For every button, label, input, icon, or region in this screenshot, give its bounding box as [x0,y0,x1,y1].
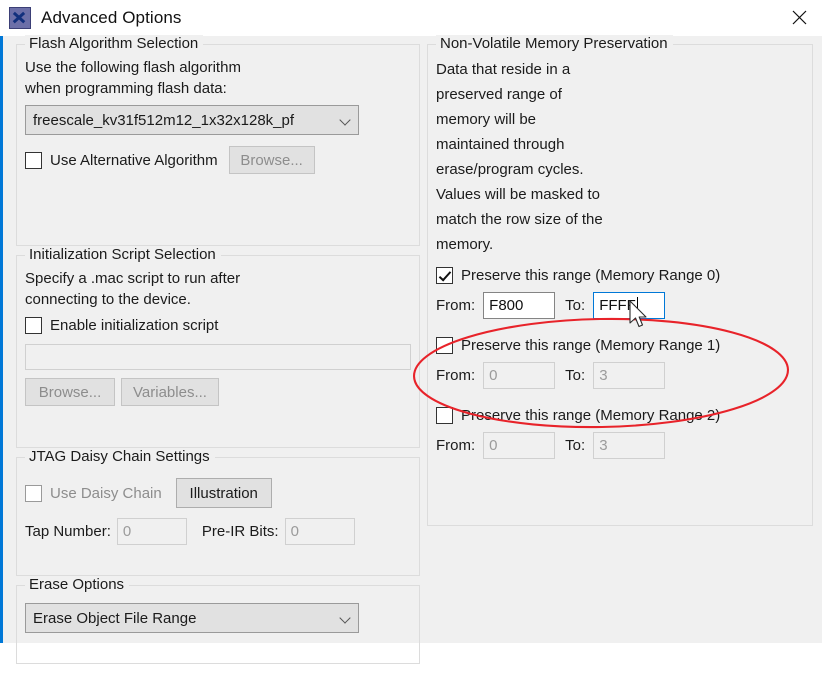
enable-initialization-script-checkbox[interactable] [25,317,42,334]
memory-range-0-from-label: From: [436,297,476,314]
memory-range-1-label: Preserve this range (Memory Range 1) [461,337,721,354]
window-title: Advanced Options [41,8,182,27]
memory-range-1-from-label: From: [436,367,476,384]
memory-range-1-to-label: To: [565,367,586,384]
use-alternative-algorithm-checkbox[interactable] [25,151,42,169]
memory-range-0-preserve-checkbox[interactable] [436,267,453,284]
init-script-description-line-1: Specify a .mac script to run after [25,270,241,287]
init-script-description: Specify a .mac script to run after conne… [25,268,411,310]
use-daisy-chain-label: Use Daisy Chain [50,484,162,502]
jtag-tap-row: Tap Number: 0 Pre-IR Bits: 0 [25,518,411,545]
nvm-description-line-8: memory. [436,236,494,253]
memory-range-2-label: Preserve this range (Memory Range 2) [461,407,721,424]
group-erase-options: Erase Options Erase Object File Range [16,576,420,664]
text-caret [636,297,638,314]
right-column: Non-Volatile Memory Preservation Data th… [427,35,813,535]
nvm-description-line-7: match the row size of the [436,211,603,228]
tap-number-input[interactable]: 0 [116,518,187,545]
flash-algorithm-combo[interactable]: freescale_kv31f512m12_1x32x128k_pf [25,105,359,135]
memory-range-2-from-value: 0 [489,437,498,454]
nvm-description-line-6: Values will be masked to [436,186,600,203]
memory-range-2-from-label: From: [436,437,476,454]
memory-range-2-from-input[interactable]: 0 [483,432,556,459]
advanced-options-dialog: Flash Algorithm Selection Use the follow… [0,35,822,664]
group-jtag-daisy-chain-settings: JTAG Daisy Chain Settings Use Daisy Chai… [16,448,420,576]
memory-range-0-from-input[interactable]: F800 [483,292,556,319]
nvm-description-line-2: preserved range of [436,86,562,103]
memory-range-1-from-input[interactable]: 0 [483,362,556,389]
chevron-down-icon [339,614,352,622]
window-titlebar: Advanced Options [0,0,822,36]
group-flash-algorithm-selection: Flash Algorithm Selection Use the follow… [16,35,420,246]
memory-range-0-to-value: FFFF [599,297,636,314]
memory-range-1-to-value: 3 [599,367,608,384]
enable-initialization-script-row: Enable initialization script [25,317,411,334]
nvm-description-line-3: memory will be [436,111,537,128]
group-legend-erase-options: Erase Options [25,576,130,593]
nvm-description: Data that reside in a preserved range of… [436,57,804,257]
group-legend-flash-algorithm: Flash Algorithm Selection [25,35,204,52]
flash-algorithm-description: Use the following flash algorithm when p… [25,57,411,99]
group-legend-jtag-daisy-chain: JTAG Daisy Chain Settings [25,448,215,465]
memory-range-2-checkbox-row: Preserve this range (Memory Range 2) [436,407,804,424]
init-script-description-line-2: connecting to the device. [25,291,191,308]
memory-range-0-from-value: F800 [489,297,524,314]
init-script-variables-button[interactable]: Variables... [121,378,219,406]
pre-ir-bits-value: 0 [290,523,299,540]
jtag-illustration-button[interactable]: Illustration [175,478,272,508]
flash-algorithm-description-line-2: when programming flash data: [25,80,227,97]
close-icon [792,10,806,24]
init-script-browse-button[interactable]: Browse... [25,378,115,406]
memory-range-2-preserve-checkbox[interactable] [436,407,453,424]
use-daisy-chain-checkbox[interactable] [25,484,42,502]
use-daisy-chain-row: Use Daisy Chain Illustration [25,478,411,508]
nvm-description-line-4: maintained through [436,136,565,153]
flash-algorithm-description-line-1: Use the following flash algorithm [25,59,241,76]
use-alternative-algorithm-label: Use Alternative Algorithm [50,151,218,169]
memory-range-0-fields-row: From: F800 To: FFFF [436,292,804,319]
group-initialization-script-selection: Initialization Script Selection Specify … [16,246,420,448]
memory-range-1-checkbox-row: Preserve this range (Memory Range 1) [436,337,804,354]
memory-range-2-to-input[interactable]: 3 [593,432,666,459]
pre-ir-bits-input[interactable]: 0 [284,518,355,545]
flash-algorithm-combo-value: freescale_kv31f512m12_1x32x128k_pf [33,111,295,129]
erase-options-combo[interactable]: Erase Object File Range [25,603,359,633]
memory-range-1-to-input[interactable]: 3 [593,362,666,389]
memory-range-2-to-value: 3 [599,437,608,454]
memory-range-0-to-input[interactable]: FFFF [593,292,666,319]
tap-number-value: 0 [122,523,132,540]
memory-range-1-preserve-checkbox[interactable] [436,337,453,354]
use-alternative-algorithm-row: Use Alternative Algorithm Browse... [25,146,411,174]
x-app-icon [9,7,31,29]
group-legend-initialization-script: Initialization Script Selection [25,246,221,263]
flash-algorithm-browse-button[interactable]: Browse... [228,146,315,174]
close-window-button[interactable] [776,0,822,34]
memory-range-1-from-value: 0 [489,367,498,384]
memory-range-0-label: Preserve this range (Memory Range 0) [461,267,721,284]
memory-range-0-checkbox-row: Preserve this range (Memory Range 0) [436,267,804,284]
init-script-button-row: Browse... Variables... [25,378,411,406]
pre-ir-bits-label: Pre-IR Bits: [201,523,279,540]
memory-range-2-to-label: To: [565,437,586,454]
memory-range-2-fields-row: From: 0 To: 3 [436,432,804,459]
group-non-volatile-memory-preservation: Non-Volatile Memory Preservation Data th… [427,35,813,526]
enable-initialization-script-label: Enable initialization script [50,317,219,334]
chevron-down-icon [339,116,352,124]
left-column: Flash Algorithm Selection Use the follow… [16,35,420,673]
init-script-path-input[interactable] [25,344,411,370]
group-legend-nvm-preservation: Non-Volatile Memory Preservation [436,35,673,52]
nvm-description-line-1: Data that reside in a [436,61,571,78]
memory-range-1-fields-row: From: 0 To: 3 [436,362,804,389]
erase-options-combo-value: Erase Object File Range [33,609,197,627]
tap-number-label: Tap Number: [25,523,111,540]
memory-range-0-to-label: To: [565,297,586,314]
nvm-description-line-5: erase/program cycles. [436,161,584,178]
